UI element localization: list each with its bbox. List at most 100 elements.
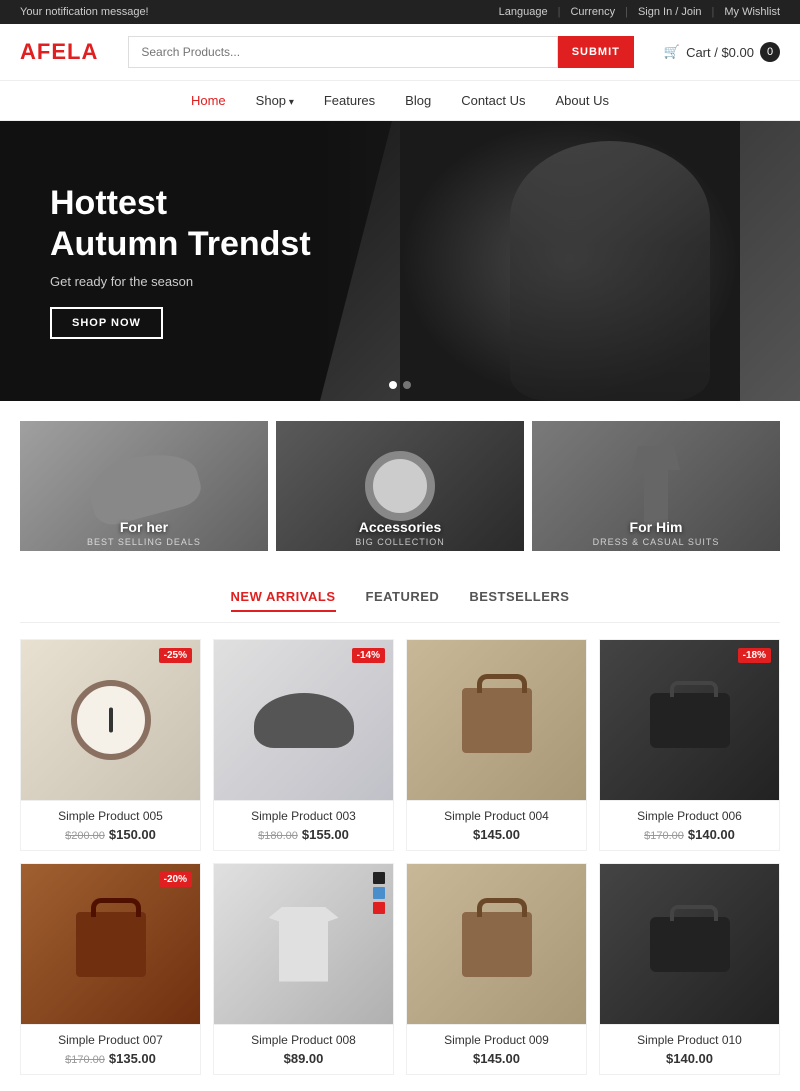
product-name-1: Simple Product 005 [31, 809, 190, 823]
discount-badge-4: -18% [738, 648, 771, 663]
nav-contact[interactable]: Contact Us [461, 93, 525, 108]
product-price-2: $180.00$155.00 [224, 827, 383, 842]
product-info-5: Simple Product 007 $170.00$135.00 [21, 1024, 200, 1074]
category-for-him-sub: DRESS & CASUAL SUITS [532, 537, 780, 547]
category-accessories-label: Accessories [276, 519, 524, 535]
product-image-8 [600, 864, 779, 1024]
category-section: For her BEST SELLING DEALS Accessories B… [0, 401, 800, 571]
product-price-5: $170.00$135.00 [31, 1051, 190, 1066]
nav-shop[interactable]: Shop [256, 93, 294, 108]
topbar-links: Language | Currency | Sign In / Join | M… [499, 6, 780, 18]
logo[interactable]: AFELA [20, 39, 98, 65]
category-for-her-sub: BEST SELLING DEALS [20, 537, 268, 547]
product-info-3: Simple Product 004 $145.00 [407, 800, 586, 850]
swatch-red[interactable] [373, 902, 385, 914]
nav-blog[interactable]: Blog [405, 93, 431, 108]
hero-subtitle: Get ready for the season [50, 274, 311, 289]
category-accessories-sub: BIG COLLECTION [276, 537, 524, 547]
hero-content: Hottest Autumn Trendst Get ready for the… [0, 183, 311, 340]
hero-person-image [400, 121, 740, 401]
polo-icon [269, 907, 339, 982]
suits-icon [626, 446, 686, 526]
color-swatches-6 [373, 872, 385, 914]
product-name-4: Simple Product 006 [610, 809, 769, 823]
product-name-5: Simple Product 007 [31, 1033, 190, 1047]
watches-icon [365, 451, 435, 521]
search-input[interactable] [128, 36, 557, 68]
product-image-1 [21, 640, 200, 800]
product-price-3: $145.00 [417, 827, 576, 842]
nav-features[interactable]: Features [324, 93, 375, 108]
product-image-7 [407, 864, 586, 1024]
cart-icon: 🛒 [664, 44, 680, 60]
swatch-black[interactable] [373, 872, 385, 884]
bag-icon-2 [462, 912, 532, 977]
search-button[interactable]: SUBMIT [558, 36, 634, 68]
logo-prefix: A [20, 39, 37, 64]
product-tabs: NEW ARRIVALS FEATURED BESTSELLERS [20, 571, 780, 623]
product-card-3[interactable]: Simple Product 004 $145.00 [406, 639, 587, 851]
product-name-2: Simple Product 003 [224, 809, 383, 823]
main-nav: Home Shop Features Blog Contact Us About… [0, 81, 800, 121]
black-bag-icon-2 [650, 917, 730, 972]
product-name-7: Simple Product 009 [417, 1033, 576, 1047]
category-for-him[interactable]: For Him DRESS & CASUAL SUITS [532, 421, 780, 551]
product-card-1[interactable]: -25% Simple Product 005 $200.00$150.00 [20, 639, 201, 851]
discount-badge-1: -25% [159, 648, 192, 663]
bag-icon [462, 688, 532, 753]
product-info-2: Simple Product 003 $180.00$155.00 [214, 800, 393, 850]
wishlist-link[interactable]: My Wishlist [724, 6, 780, 18]
tab-bestsellers[interactable]: BESTSELLERS [469, 589, 569, 612]
hero-banner: Hottest Autumn Trendst Get ready for the… [0, 121, 800, 401]
tab-featured[interactable]: FEATURED [366, 589, 440, 612]
discount-badge-5: -20% [159, 872, 192, 887]
product-card-7[interactable]: Simple Product 009 $145.00 [406, 863, 587, 1075]
category-accessories[interactable]: Accessories BIG COLLECTION [276, 421, 524, 551]
product-price-1: $200.00$150.00 [31, 827, 190, 842]
product-card-4[interactable]: -18% Simple Product 006 $170.00$140.00 [599, 639, 780, 851]
sign-in-link[interactable]: Sign In / Join [638, 6, 702, 18]
product-info-6: Simple Product 008 $89.00 [214, 1024, 393, 1074]
cart-area[interactable]: 🛒 Cart / $0.00 0 [664, 42, 780, 62]
search-bar: SUBMIT [128, 36, 634, 68]
discount-badge-2: -14% [352, 648, 385, 663]
notification-bar: Your notification message! Language | Cu… [0, 0, 800, 24]
product-price-7: $145.00 [417, 1051, 576, 1066]
watch-icon [71, 680, 151, 760]
hero-dot-2[interactable] [403, 381, 411, 389]
product-info-1: Simple Product 005 $200.00$150.00 [21, 800, 200, 850]
product-info-7: Simple Product 009 $145.00 [407, 1024, 586, 1074]
nav-about[interactable]: About Us [556, 93, 609, 108]
language-selector[interactable]: Language [499, 6, 548, 18]
product-price-4: $170.00$140.00 [610, 827, 769, 842]
product-card-2[interactable]: -14% Simple Product 003 $180.00$155.00 [213, 639, 394, 851]
tab-new-arrivals[interactable]: NEW ARRIVALS [231, 589, 336, 612]
currency-selector[interactable]: Currency [570, 6, 615, 18]
hero-dots [389, 381, 411, 389]
product-image-2 [214, 640, 393, 800]
category-for-her-label: For her [20, 519, 268, 535]
product-price-8: $140.00 [610, 1051, 769, 1066]
black-bag-icon [650, 693, 730, 748]
header: AFELA SUBMIT 🛒 Cart / $0.00 0 [0, 24, 800, 81]
category-for-him-label: For Him [532, 519, 780, 535]
hero-dot-1[interactable] [389, 381, 397, 389]
product-price-6: $89.00 [224, 1051, 383, 1066]
product-card-8[interactable]: Simple Product 010 $140.00 [599, 863, 780, 1075]
shoes-icon [83, 443, 205, 529]
logo-name: FELA [37, 39, 98, 64]
notification-message: Your notification message! [20, 6, 149, 18]
shoe-icon [254, 693, 354, 748]
swatch-blue[interactable] [373, 887, 385, 899]
cart-count: 0 [760, 42, 780, 62]
product-card-6[interactable]: Simple Product 008 $89.00 [213, 863, 394, 1075]
product-grid: -25% Simple Product 005 $200.00$150.00 -… [0, 623, 800, 1091]
nav-home[interactable]: Home [191, 93, 226, 108]
hero-shop-now-button[interactable]: SHOP NOW [50, 307, 163, 339]
product-name-8: Simple Product 010 [610, 1033, 769, 1047]
cart-label: Cart / $0.00 [686, 45, 754, 60]
product-image-3 [407, 640, 586, 800]
category-for-her[interactable]: For her BEST SELLING DEALS [20, 421, 268, 551]
product-card-5[interactable]: -20% Simple Product 007 $170.00$135.00 [20, 863, 201, 1075]
product-image-4 [600, 640, 779, 800]
